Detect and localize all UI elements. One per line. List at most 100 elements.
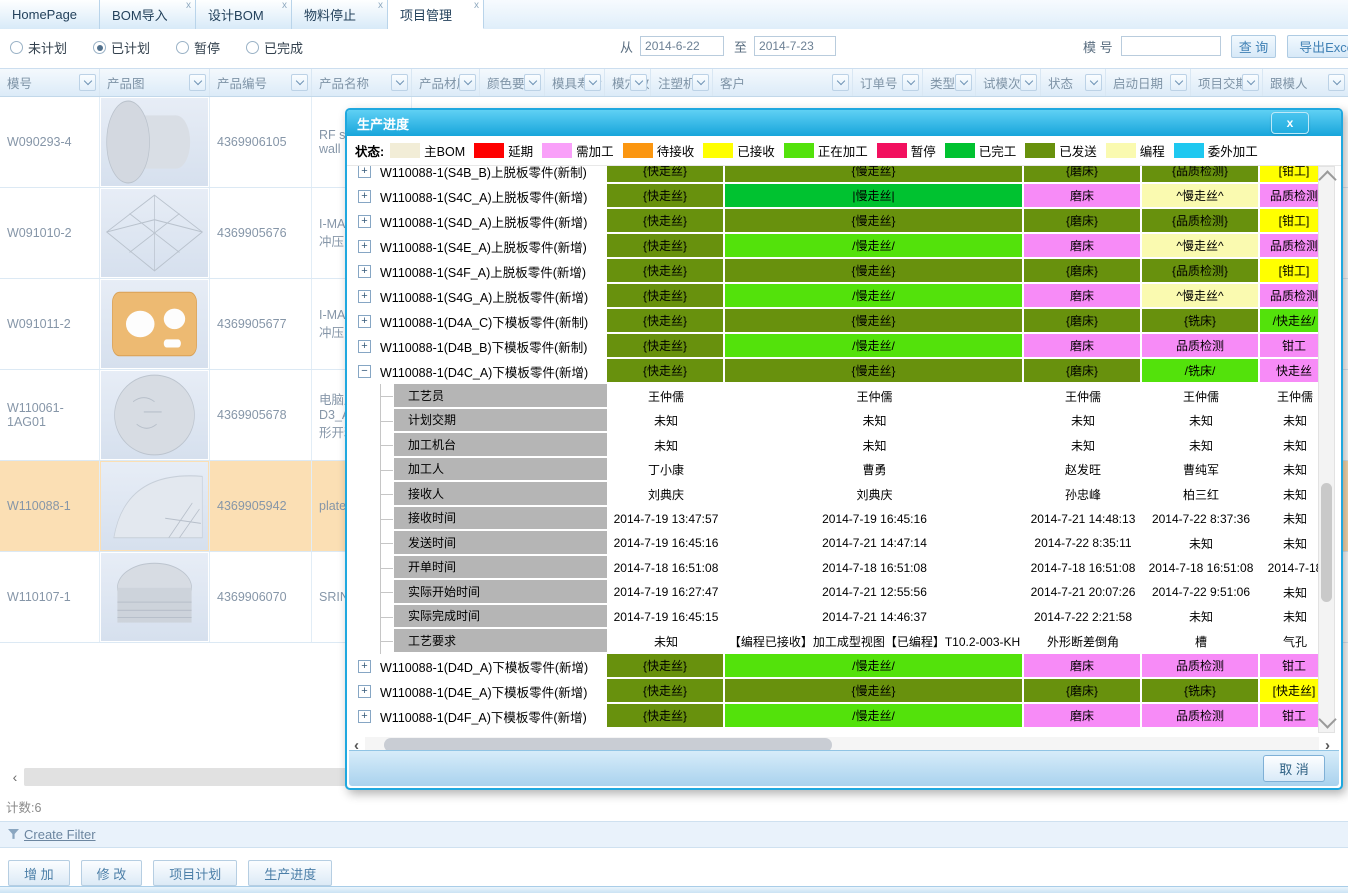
- column-header-注塑机[interactable]: 注塑机: [651, 69, 713, 96]
- create-filter-link[interactable]: Create Filter: [24, 827, 96, 842]
- date-from-input[interactable]: 2014-6-22: [640, 36, 724, 56]
- radio-已完成[interactable]: 已完成: [246, 38, 303, 57]
- process-cell[interactable]: 品质检测: [1142, 334, 1260, 359]
- scroll-down-icon[interactable]: [1318, 710, 1336, 728]
- export-excel-button[interactable]: 导出Excel: [1287, 35, 1348, 58]
- tab-close-icon[interactable]: x: [474, 1, 479, 11]
- column-header-产品材质[interactable]: 产品材质: [412, 69, 480, 96]
- process-cell[interactable]: {磨床}: [1024, 309, 1142, 334]
- radio-暂停[interactable]: 暂停: [176, 38, 220, 57]
- process-cell[interactable]: {快走丝}: [607, 284, 725, 309]
- process-cell[interactable]: {磨床}: [1024, 359, 1142, 384]
- process-cell[interactable]: 磨床: [1024, 184, 1142, 209]
- process-cell[interactable]: {慢走丝}: [725, 679, 1024, 704]
- close-icon[interactable]: x: [1271, 112, 1309, 134]
- filter-dropdown-icon[interactable]: [189, 74, 206, 91]
- process-cell[interactable]: {磨床}: [1024, 679, 1142, 704]
- tab-close-icon[interactable]: x: [186, 1, 191, 11]
- filter-dropdown-icon[interactable]: [1085, 74, 1102, 91]
- process-cell[interactable]: {铣床}: [1142, 309, 1260, 334]
- radio-dot[interactable]: [246, 41, 259, 54]
- tab-close-icon[interactable]: x: [282, 1, 287, 11]
- expand-icon[interactable]: +: [358, 685, 371, 698]
- expand-icon[interactable]: +: [358, 215, 371, 228]
- scroll-left-icon[interactable]: ‹: [6, 769, 24, 785]
- process-cell[interactable]: {慢走丝}: [725, 309, 1024, 334]
- expand-icon[interactable]: +: [358, 190, 371, 203]
- process-cell[interactable]: 品质检测: [1142, 654, 1260, 679]
- column-header-启动日期[interactable]: 启动日期: [1106, 69, 1191, 96]
- process-cell[interactable]: ^慢走丝^: [1142, 234, 1260, 259]
- filter-dropdown-icon[interactable]: [832, 74, 849, 91]
- process-cell[interactable]: {快走丝}: [607, 679, 725, 704]
- column-header-状态[interactable]: 状态: [1041, 69, 1106, 96]
- radio-dot[interactable]: [93, 41, 106, 54]
- scrollbar-thumb[interactable]: [1321, 483, 1332, 602]
- process-cell[interactable]: ^慢走丝^: [1142, 184, 1260, 209]
- process-cell[interactable]: /慢走丝/: [725, 334, 1024, 359]
- process-cell[interactable]: /慢走丝/: [725, 704, 1024, 729]
- process-cell[interactable]: {慢走丝}: [725, 209, 1024, 234]
- action-button-增加[interactable]: 增 加: [8, 860, 70, 886]
- column-header-产品名称[interactable]: 产品名称: [312, 69, 412, 96]
- radio-未计划[interactable]: 未计划: [10, 38, 67, 57]
- filter-dropdown-icon[interactable]: [630, 74, 647, 91]
- filter-dropdown-icon[interactable]: [1020, 74, 1037, 91]
- date-to-input[interactable]: 2014-7-23: [754, 36, 836, 56]
- expand-icon[interactable]: +: [358, 166, 371, 178]
- column-header-产品图[interactable]: 产品图: [100, 69, 210, 96]
- process-cell[interactable]: /慢走丝/: [725, 284, 1024, 309]
- process-cell[interactable]: 品质检测: [1142, 704, 1260, 729]
- filter-dropdown-icon[interactable]: [902, 74, 919, 91]
- filter-dropdown-icon[interactable]: [79, 74, 96, 91]
- collapse-icon[interactable]: −: [358, 365, 371, 378]
- filter-dropdown-icon[interactable]: [524, 74, 541, 91]
- process-cell[interactable]: {快走丝}: [607, 184, 725, 209]
- action-button-修改[interactable]: 修 改: [81, 860, 143, 886]
- process-cell[interactable]: {快走丝}: [607, 704, 725, 729]
- column-header-模穴数[interactable]: 模穴数: [605, 69, 651, 96]
- filter-dropdown-icon[interactable]: [692, 74, 709, 91]
- process-cell[interactable]: {铣床}: [1142, 679, 1260, 704]
- filter-dropdown-icon[interactable]: [1170, 74, 1187, 91]
- process-cell[interactable]: ^慢走丝^: [1142, 284, 1260, 309]
- process-cell[interactable]: {快走丝}: [607, 234, 725, 259]
- expand-icon[interactable]: +: [358, 290, 371, 303]
- column-header-客户[interactable]: 客户: [713, 69, 853, 96]
- filter-dropdown-icon[interactable]: [955, 74, 972, 91]
- scroll-up-icon[interactable]: [1318, 170, 1336, 188]
- expand-icon[interactable]: +: [358, 240, 371, 253]
- radio-dot[interactable]: [10, 41, 23, 54]
- process-cell[interactable]: {快走丝}: [607, 359, 725, 384]
- filter-dropdown-icon[interactable]: [1328, 74, 1345, 91]
- column-header-颜色要求[interactable]: 颜色要求: [480, 69, 545, 96]
- mold-input[interactable]: [1121, 36, 1221, 56]
- process-cell[interactable]: {快走丝}: [607, 166, 725, 184]
- action-button-生产进度[interactable]: 生产进度: [248, 860, 332, 886]
- process-cell[interactable]: {磨床}: [1024, 259, 1142, 284]
- expand-icon[interactable]: +: [358, 265, 371, 278]
- tab-close-icon[interactable]: x: [378, 1, 383, 11]
- cancel-button[interactable]: 取 消: [1263, 755, 1325, 782]
- expand-icon[interactable]: +: [358, 315, 371, 328]
- column-header-模号[interactable]: 模号: [0, 69, 100, 96]
- radio-dot[interactable]: [176, 41, 189, 54]
- process-cell[interactable]: {快走丝}: [607, 334, 725, 359]
- process-cell[interactable]: {磨床}: [1024, 166, 1142, 184]
- tab-HomePage[interactable]: HomePage: [0, 0, 100, 29]
- process-cell[interactable]: /慢走丝/: [725, 234, 1024, 259]
- dialog-title-bar[interactable]: 生产进度 x: [347, 110, 1341, 136]
- dialog-vertical-scrollbar[interactable]: [1318, 166, 1335, 733]
- process-cell[interactable]: {慢走丝}: [725, 359, 1024, 384]
- column-header-跟模人[interactable]: 跟模人: [1263, 69, 1348, 96]
- expand-icon[interactable]: +: [358, 340, 371, 353]
- filter-dropdown-icon[interactable]: [391, 74, 408, 91]
- process-cell[interactable]: 磨床: [1024, 334, 1142, 359]
- tab-BOM导入[interactable]: BOM导入x: [100, 0, 196, 29]
- process-cell[interactable]: /慢走丝/: [725, 654, 1024, 679]
- process-cell[interactable]: 磨床: [1024, 654, 1142, 679]
- tab-物料停止[interactable]: 物料停止x: [292, 0, 388, 29]
- process-cell[interactable]: /铣床/: [1142, 359, 1260, 384]
- process-cell[interactable]: {品质检测}: [1142, 259, 1260, 284]
- column-header-产品编号[interactable]: 产品编号: [210, 69, 312, 96]
